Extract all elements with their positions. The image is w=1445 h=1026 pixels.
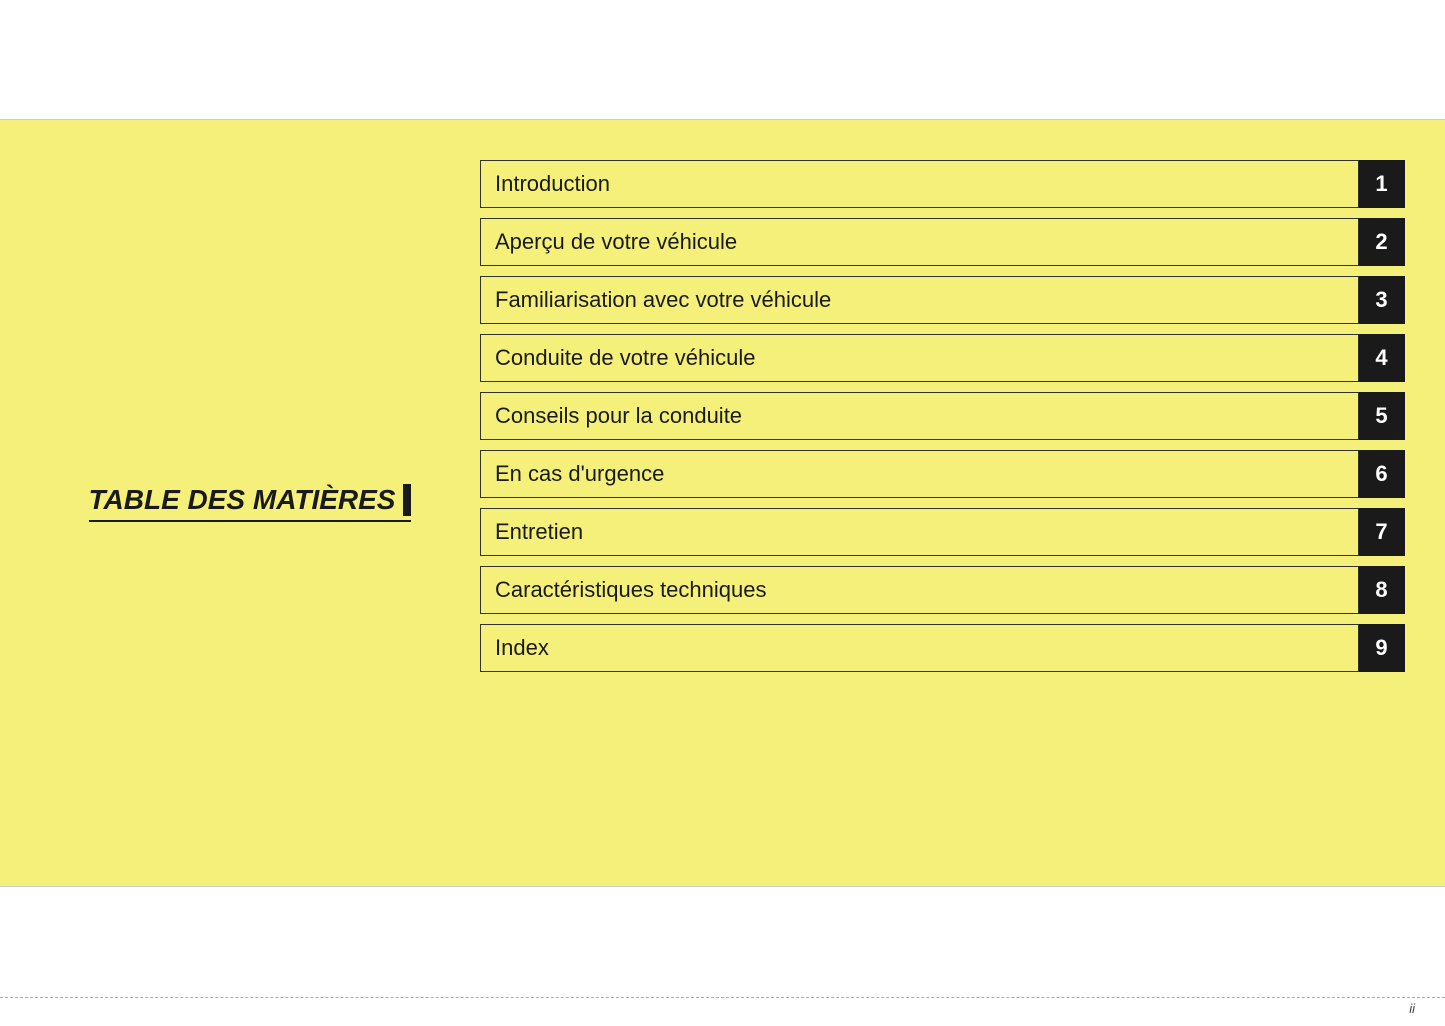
toc-row: Caractéristiques techniques8 bbox=[480, 566, 1405, 614]
toc-entry-label[interactable]: Conseils pour la conduite bbox=[480, 392, 1359, 440]
toc-row: Entretien7 bbox=[480, 508, 1405, 556]
page-number: ii bbox=[1409, 1001, 1415, 1016]
toc-entry-label[interactable]: Conduite de votre véhicule bbox=[480, 334, 1359, 382]
toc-entry-label[interactable]: Aperçu de votre véhicule bbox=[480, 218, 1359, 266]
dashed-line bbox=[0, 997, 1445, 998]
toc-entry-number[interactable]: 8 bbox=[1359, 566, 1405, 614]
table-title-text: TABLE DES MATIÈRES bbox=[89, 484, 396, 516]
toc-entry-number[interactable]: 1 bbox=[1359, 160, 1405, 208]
table-title: TABLE DES MATIÈRES bbox=[89, 484, 412, 522]
toc-entry-number[interactable]: 3 bbox=[1359, 276, 1405, 324]
toc-entry-label[interactable]: En cas d'urgence bbox=[480, 450, 1359, 498]
toc-row: En cas d'urgence6 bbox=[480, 450, 1405, 498]
page-container: TABLE DES MATIÈRES Introduction1Aperçu d… bbox=[0, 0, 1445, 1026]
toc-entry-label[interactable]: Caractéristiques techniques bbox=[480, 566, 1359, 614]
toc-row: Conduite de votre véhicule4 bbox=[480, 334, 1405, 382]
toc-entry-label[interactable]: Familiarisation avec votre véhicule bbox=[480, 276, 1359, 324]
toc-row: Introduction1 bbox=[480, 160, 1405, 208]
toc-row: Index9 bbox=[480, 624, 1405, 672]
title-marker bbox=[403, 484, 411, 516]
toc-entry-number[interactable]: 5 bbox=[1359, 392, 1405, 440]
toc-row: Aperçu de votre véhicule2 bbox=[480, 218, 1405, 266]
top-area bbox=[0, 0, 1445, 120]
main-content: TABLE DES MATIÈRES Introduction1Aperçu d… bbox=[0, 120, 1445, 886]
toc-entry-number[interactable]: 6 bbox=[1359, 450, 1405, 498]
toc-entry-number[interactable]: 7 bbox=[1359, 508, 1405, 556]
toc-row: Conseils pour la conduite5 bbox=[480, 392, 1405, 440]
left-panel: TABLE DES MATIÈRES bbox=[40, 150, 480, 856]
toc-entry-label[interactable]: Introduction bbox=[480, 160, 1359, 208]
toc-entry-number[interactable]: 4 bbox=[1359, 334, 1405, 382]
toc-entry-number[interactable]: 2 bbox=[1359, 218, 1405, 266]
bottom-area: ii bbox=[0, 886, 1445, 1026]
toc-entry-number[interactable]: 9 bbox=[1359, 624, 1405, 672]
toc-entry-label[interactable]: Index bbox=[480, 624, 1359, 672]
toc-row: Familiarisation avec votre véhicule3 bbox=[480, 276, 1405, 324]
toc-list: Introduction1Aperçu de votre véhicule2Fa… bbox=[480, 150, 1405, 856]
toc-entry-label[interactable]: Entretien bbox=[480, 508, 1359, 556]
